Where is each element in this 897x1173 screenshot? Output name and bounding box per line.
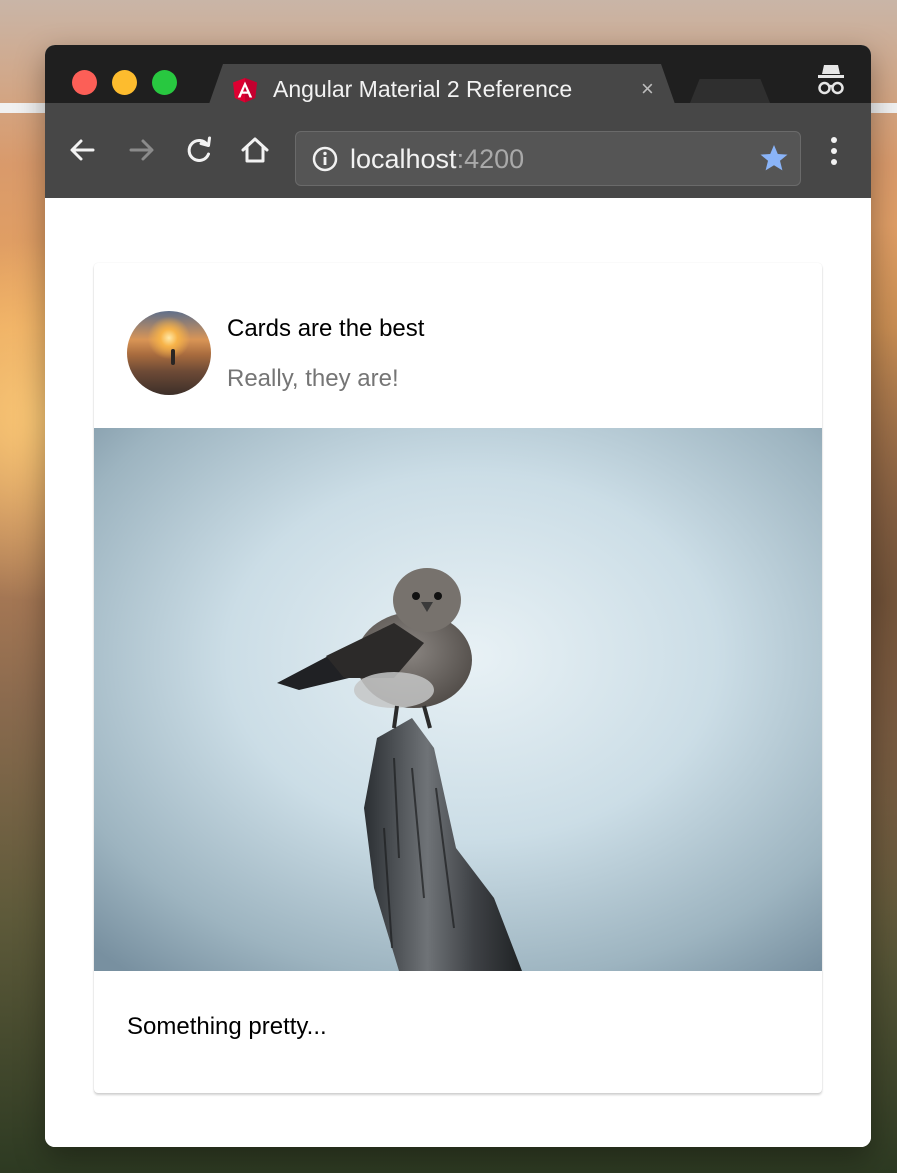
angular-logo-icon — [232, 77, 258, 103]
back-button[interactable] — [63, 130, 103, 170]
material-card: Cards are the best Really, they are! Som… — [94, 263, 822, 1093]
star-icon[interactable] — [759, 143, 789, 173]
new-tab-button[interactable] — [690, 79, 770, 103]
url-text[interactable]: localhost:4200 — [350, 144, 524, 175]
tab-angular-material[interactable]: Angular Material 2 Reference × — [209, 64, 675, 104]
forward-button[interactable] — [121, 130, 161, 170]
reload-button[interactable] — [179, 130, 219, 170]
arrow-right-icon — [129, 139, 154, 161]
home-icon — [241, 137, 269, 163]
tab-close-button[interactable]: × — [641, 76, 654, 102]
close-window-button[interactable] — [72, 70, 97, 95]
card-avatar — [127, 311, 211, 395]
info-icon[interactable] — [312, 146, 338, 172]
browser-window: Angular Material 2 Reference × localhost… — [45, 45, 871, 1147]
maximize-window-button[interactable] — [152, 70, 177, 95]
card-content-text: Something pretty... — [127, 1013, 327, 1040]
page-content: Cards are the best Really, they are! Som… — [45, 198, 871, 1147]
arrow-left-icon — [70, 139, 95, 161]
reload-icon — [187, 136, 211, 162]
home-button[interactable] — [235, 130, 275, 170]
card-image — [94, 428, 822, 971]
titlebar: Angular Material 2 Reference × — [45, 45, 871, 104]
avatar-figure — [171, 349, 175, 365]
kebab-menu-icon[interactable] — [821, 131, 847, 171]
card-subtitle: Really, they are! — [227, 365, 399, 392]
address-bar[interactable]: localhost:4200 — [295, 131, 801, 186]
minimize-window-button[interactable] — [112, 70, 137, 95]
card-title: Cards are the best — [227, 315, 425, 342]
incognito-icon — [815, 63, 847, 97]
browser-toolbar: localhost:4200 — [45, 103, 871, 198]
url-port: :4200 — [456, 144, 525, 174]
tab-title: Angular Material 2 Reference — [273, 76, 573, 102]
url-host: localhost — [350, 144, 457, 174]
